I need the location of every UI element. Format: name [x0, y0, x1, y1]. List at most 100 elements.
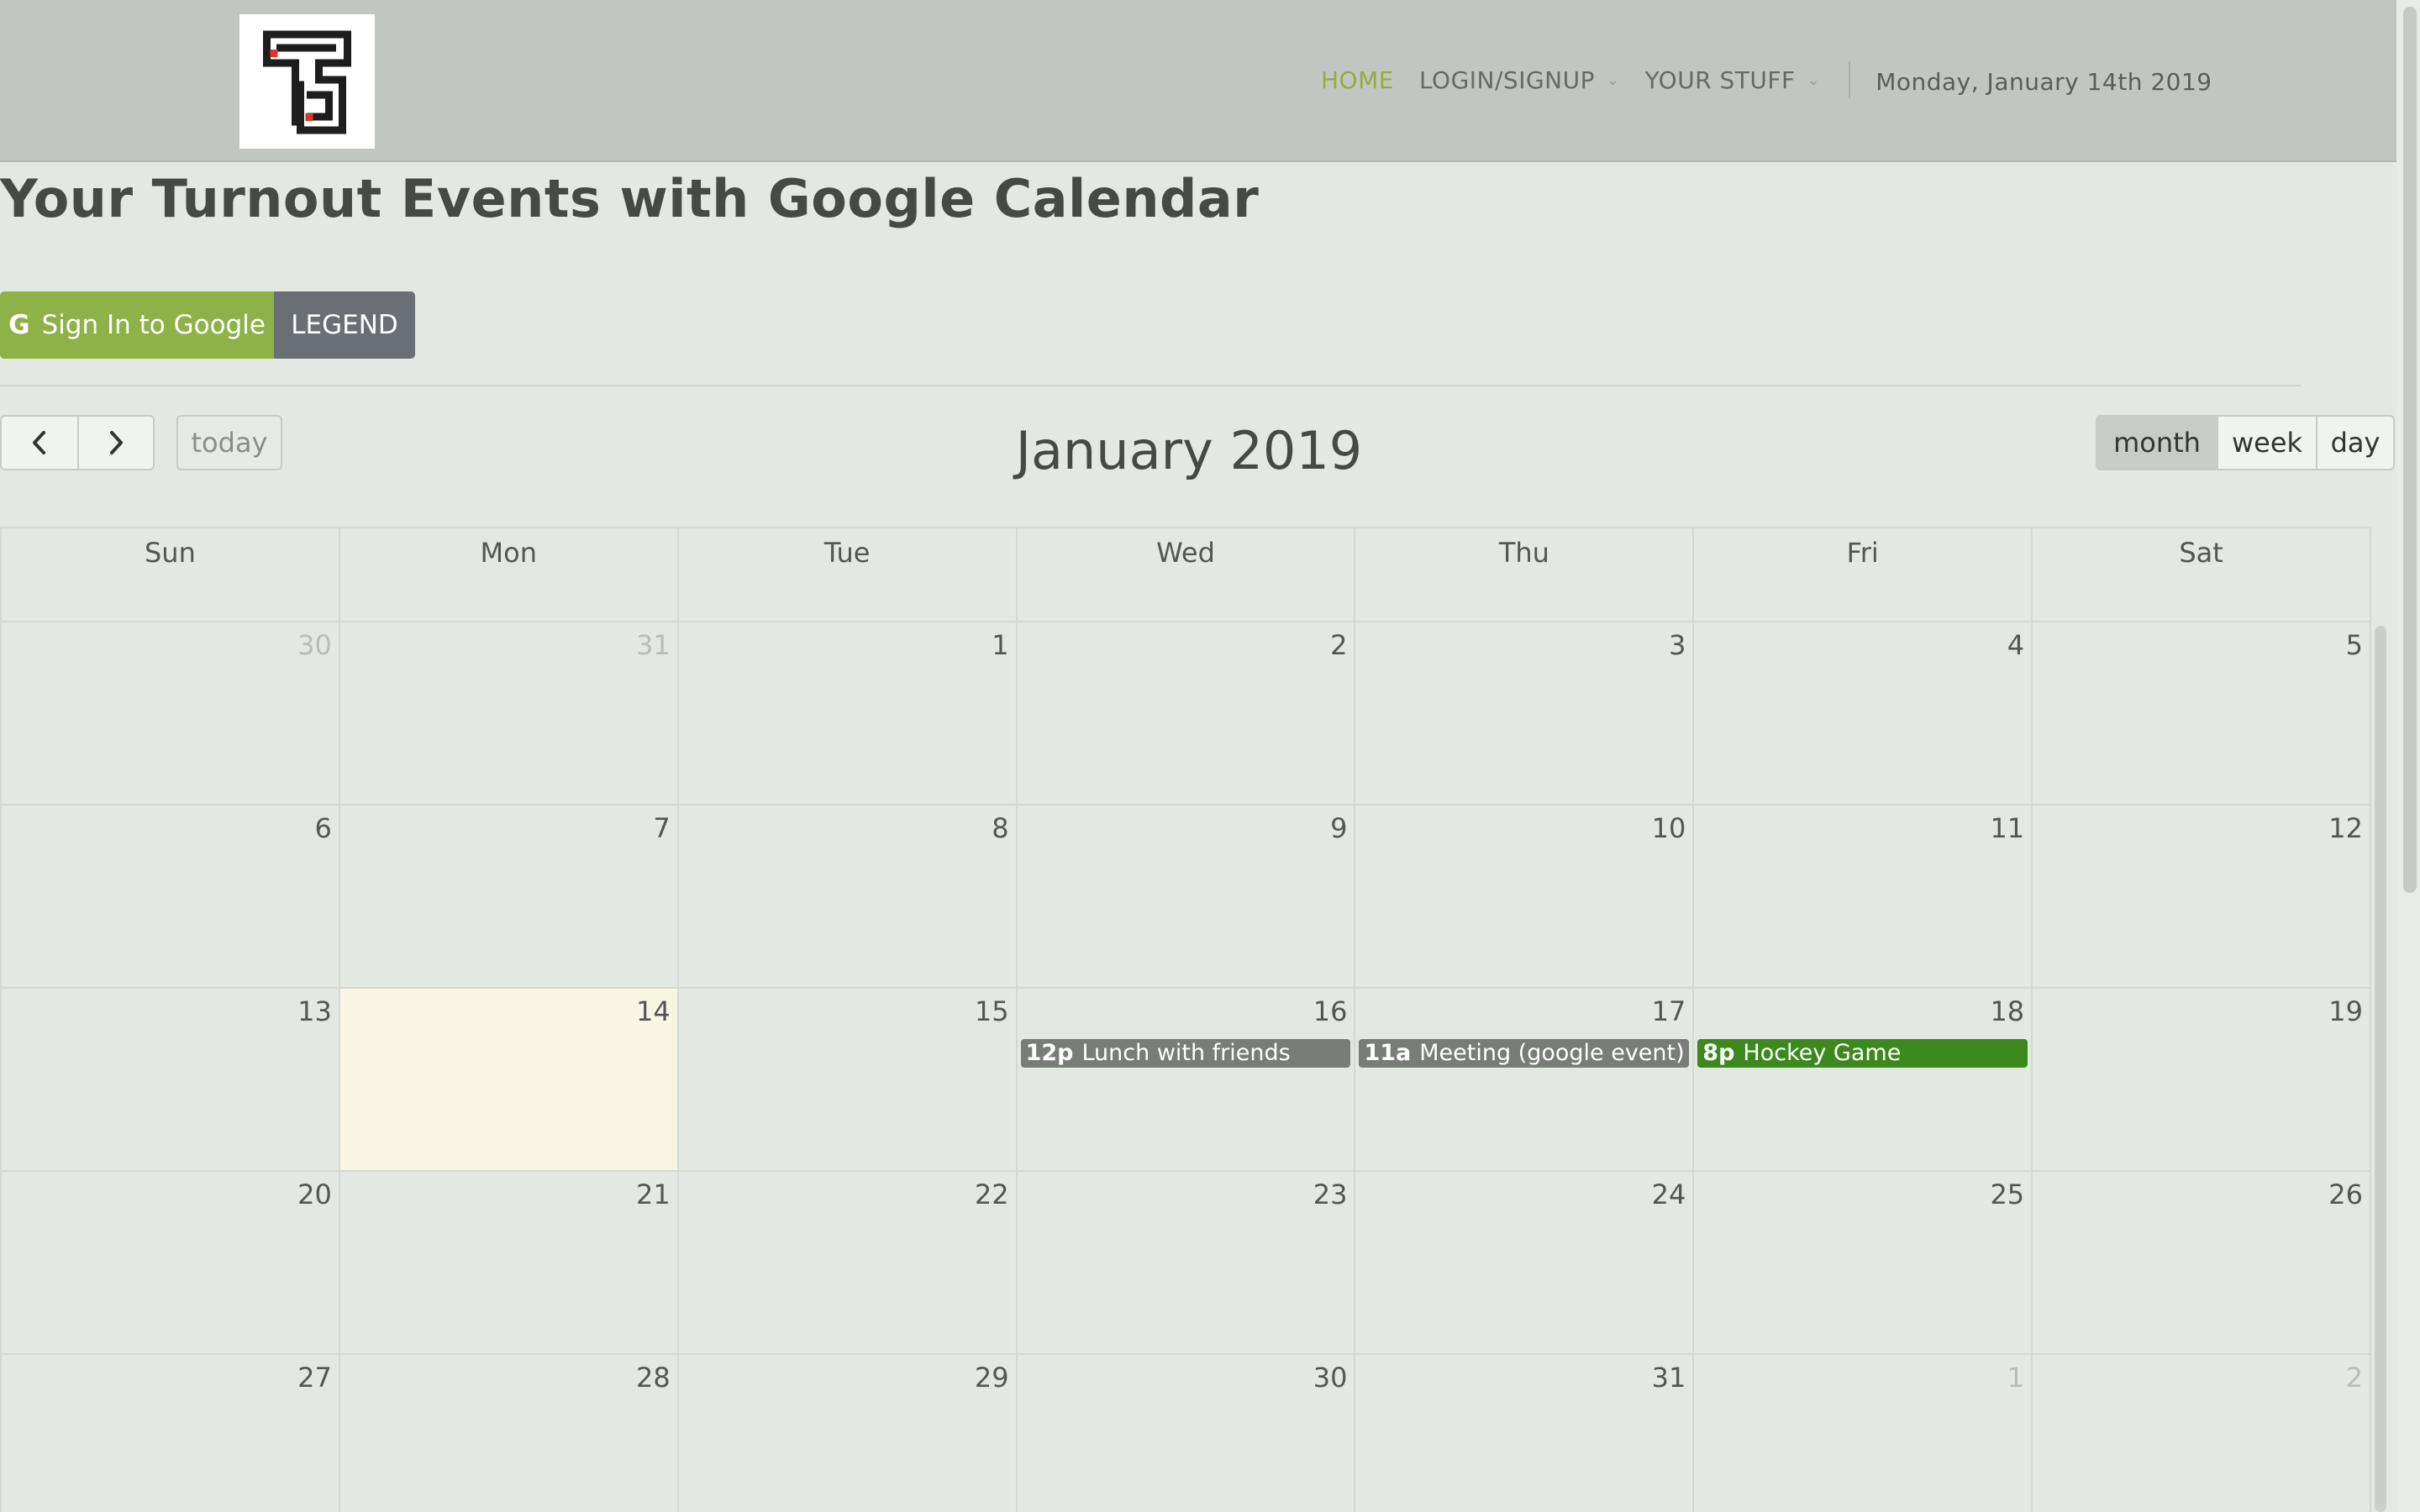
day-cell[interactable]: 7 — [340, 806, 679, 987]
day-number[interactable]: 28 — [636, 1362, 671, 1394]
day-cell[interactable]: 15 — [679, 989, 1018, 1170]
calendar-title: January 2019 — [1015, 420, 1363, 481]
day-number[interactable]: 6 — [315, 812, 332, 844]
day-number[interactable]: 9 — [1330, 812, 1347, 844]
weekday-wed: Wed — [1018, 528, 1356, 621]
calendar-scrollbar[interactable] — [2375, 626, 2386, 1512]
day-number[interactable]: 11 — [1990, 812, 2024, 844]
calendar-event[interactable]: 11a Meeting (google event) — [1359, 1039, 1690, 1068]
view-week-button[interactable]: week — [2217, 415, 2317, 470]
calendar-body: 30 31 1 2 3 4 5 6 7 8 9 10 11 12 13 14 15 16 12p Lunch with… — [2, 622, 2372, 1512]
day-cell[interactable]: 30 — [2, 622, 340, 804]
day-number[interactable]: 16 — [1313, 995, 1348, 1027]
day-cell[interactable]: 10 — [1355, 806, 1695, 987]
day-cell[interactable]: 9 — [1018, 806, 1356, 987]
day-number[interactable]: 30 — [297, 629, 332, 661]
day-cell[interactable]: 6 — [2, 806, 340, 987]
day-number[interactable]: 4 — [2007, 629, 2024, 661]
calendar-event[interactable]: 8p Hockey Game — [1697, 1039, 2028, 1068]
page-scrollbar-track[interactable] — [2396, 0, 2420, 1512]
day-number[interactable]: 31 — [636, 629, 671, 661]
day-cell[interactable]: 13 — [2, 989, 340, 1170]
day-cell[interactable]: 23 — [1018, 1172, 1356, 1353]
day-number[interactable]: 8 — [992, 812, 1008, 844]
weekday-thu: Thu — [1355, 528, 1695, 621]
day-cell[interactable]: 18 8p Hockey Game — [1694, 989, 2033, 1170]
day-number[interactable]: 13 — [297, 995, 332, 1027]
day-cell[interactable]: 17 11a Meeting (google event) — [1355, 989, 1695, 1170]
day-cell[interactable]: 19 — [2033, 989, 2372, 1170]
day-cell[interactable]: 20 — [2, 1172, 340, 1353]
day-number[interactable]: 12 — [2328, 812, 2363, 844]
day-cell[interactable]: 2 — [1018, 622, 1356, 804]
day-number[interactable]: 23 — [1313, 1179, 1348, 1210]
day-number[interactable]: 2 — [2346, 1362, 2363, 1394]
day-cell[interactable]: 3 — [1355, 622, 1695, 804]
nav-your-stuff[interactable]: YOUR STUFF ⌄ — [1645, 66, 1821, 94]
week-row: 30 31 1 2 3 4 5 — [2, 622, 2372, 806]
sign-in-google-button[interactable]: G Sign In to Google — [0, 291, 274, 359]
day-number[interactable]: 1 — [2007, 1362, 2024, 1394]
day-cell[interactable]: 27 — [2, 1355, 340, 1512]
event-time: 12p — [1025, 1040, 1074, 1066]
day-cell[interactable]: 30 — [1018, 1355, 1356, 1512]
view-day-button[interactable]: day — [2316, 415, 2395, 470]
page-scrollbar-thumb[interactable] — [2403, 7, 2417, 893]
logo-t-icon — [263, 30, 351, 134]
day-number[interactable]: 19 — [2328, 995, 2363, 1027]
day-number[interactable]: 31 — [1652, 1362, 1686, 1394]
day-number[interactable]: 1 — [992, 629, 1008, 661]
day-number[interactable]: 21 — [636, 1179, 671, 1210]
nav-login-signup[interactable]: LOGIN/SIGNUP ⌄ — [1419, 66, 1620, 94]
prev-month-button[interactable] — [0, 415, 79, 470]
turnout-logo[interactable] — [239, 14, 375, 149]
calendar-event[interactable]: 12p Lunch with friends — [1020, 1039, 1351, 1068]
day-number[interactable]: 5 — [2346, 629, 2363, 661]
day-number[interactable]: 17 — [1652, 995, 1686, 1027]
day-number[interactable]: 20 — [297, 1179, 332, 1210]
day-cell[interactable]: 1 — [679, 622, 1018, 804]
day-cell[interactable]: 22 — [679, 1172, 1018, 1353]
view-month-button[interactable]: month — [2096, 415, 2218, 470]
day-cell[interactable]: 25 — [1694, 1172, 2033, 1353]
day-cell[interactable]: 21 — [340, 1172, 679, 1353]
day-cell[interactable]: 31 — [340, 622, 679, 804]
day-number[interactable]: 15 — [975, 995, 1009, 1027]
next-month-button[interactable] — [77, 415, 155, 470]
legend-button[interactable]: LEGEND — [274, 291, 415, 359]
day-cell-today[interactable]: 14 — [339, 989, 679, 1170]
event-title: Lunch with friends — [1081, 1040, 1291, 1066]
day-cell[interactable]: 2 — [2033, 1355, 2372, 1512]
day-cell[interactable]: 28 — [340, 1355, 679, 1512]
day-cell[interactable]: 5 — [2033, 622, 2372, 804]
day-number[interactable]: 3 — [1669, 629, 1686, 661]
chevron-left-icon — [33, 431, 45, 454]
day-cell[interactable]: 16 12p Lunch with friends — [1018, 989, 1356, 1170]
day-number[interactable]: 18 — [1990, 995, 2024, 1027]
day-cell[interactable]: 11 — [1694, 806, 2033, 987]
day-cell[interactable]: 29 — [679, 1355, 1018, 1512]
today-button[interactable]: today — [176, 415, 282, 470]
day-number[interactable]: 14 — [636, 995, 671, 1027]
nav-home-label: HOME — [1321, 66, 1394, 94]
day-cell[interactable]: 26 — [2033, 1172, 2372, 1353]
day-number[interactable]: 24 — [1652, 1179, 1686, 1210]
day-cell[interactable]: 24 — [1355, 1172, 1695, 1353]
day-number[interactable]: 25 — [1990, 1179, 2024, 1210]
day-cell[interactable]: 12 — [2033, 806, 2372, 987]
day-cell[interactable]: 1 — [1694, 1355, 2033, 1512]
day-cell[interactable]: 4 — [1694, 622, 2033, 804]
day-number[interactable]: 2 — [1330, 629, 1347, 661]
day-cell[interactable]: 31 — [1355, 1355, 1695, 1512]
day-number[interactable]: 7 — [653, 812, 670, 844]
day-cell[interactable]: 8 — [679, 806, 1018, 987]
day-number[interactable]: 26 — [2328, 1179, 2363, 1210]
day-number[interactable]: 27 — [297, 1362, 332, 1394]
chevron-right-icon — [110, 431, 123, 454]
day-number[interactable]: 30 — [1313, 1362, 1348, 1394]
nav-home[interactable]: HOME — [1321, 66, 1394, 94]
day-number[interactable]: 10 — [1652, 812, 1686, 844]
day-number[interactable]: 29 — [975, 1362, 1009, 1394]
day-number[interactable]: 22 — [975, 1179, 1009, 1210]
weekday-sat: Sat — [2033, 528, 2372, 621]
